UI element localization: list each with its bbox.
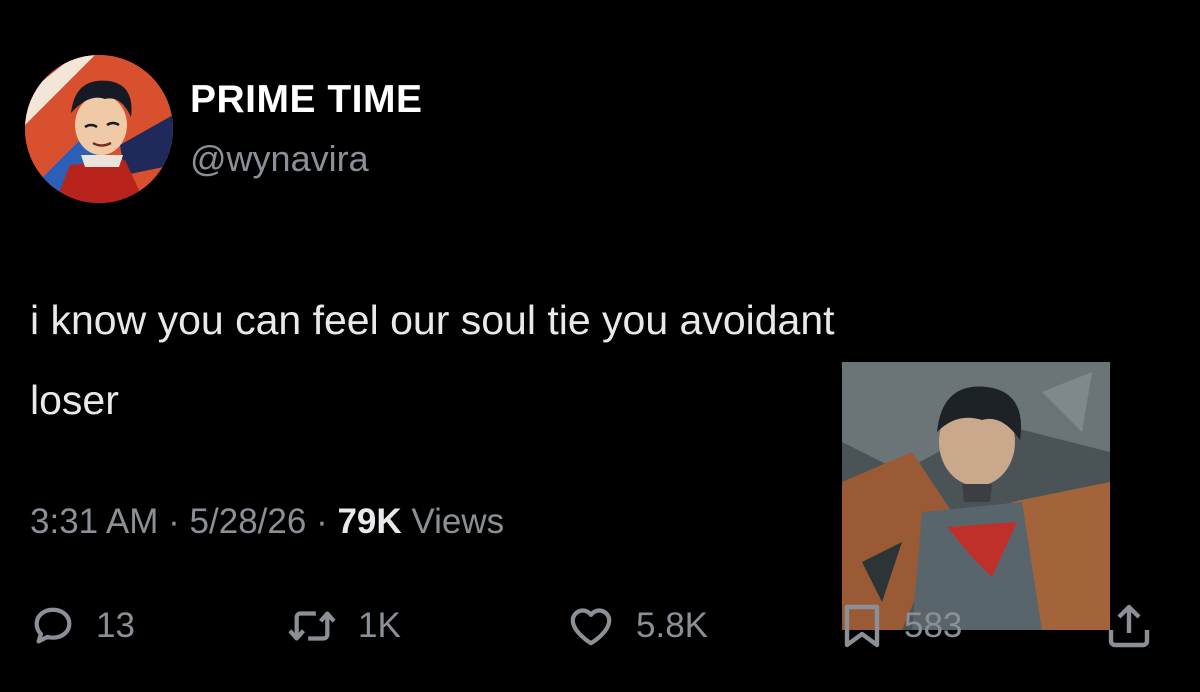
author-handle[interactable]: @wynavira [190,138,369,180]
bookmark-button[interactable]: 583 [840,598,962,654]
repost-count: 1K [358,606,401,645]
reply-bubble-icon [30,603,76,649]
tweet-date[interactable]: 5/28/26 [190,502,307,541]
tweet-meta: 3:31 AM · 5/28/26 · 79K Views [30,502,504,542]
bookmark-icon [840,602,884,650]
tweet-time[interactable]: 3:31 AM [30,502,158,541]
meta-separator: · [316,502,338,541]
share-button[interactable] [1105,598,1153,654]
author-avatar[interactable] [25,55,173,203]
tweet-media-image[interactable] [842,362,1110,630]
like-count: 5.8K [636,606,708,645]
share-upload-icon [1105,602,1153,650]
meta-separator: · [168,502,190,541]
reply-button[interactable]: 13 [30,598,135,654]
views-label: Views [411,502,505,541]
comic-character-avatar-image [25,55,173,203]
author-display-name[interactable]: PRIME TIME [190,78,423,122]
views-count: 79K [337,502,402,541]
bookmark-count: 583 [904,606,963,645]
comic-art-image [842,362,1110,630]
like-button[interactable]: 5.8K [566,598,708,654]
repost-button[interactable]: 1K [286,598,401,654]
repost-arrows-icon [286,603,338,649]
reply-count: 13 [96,606,135,645]
heart-icon [566,603,616,649]
